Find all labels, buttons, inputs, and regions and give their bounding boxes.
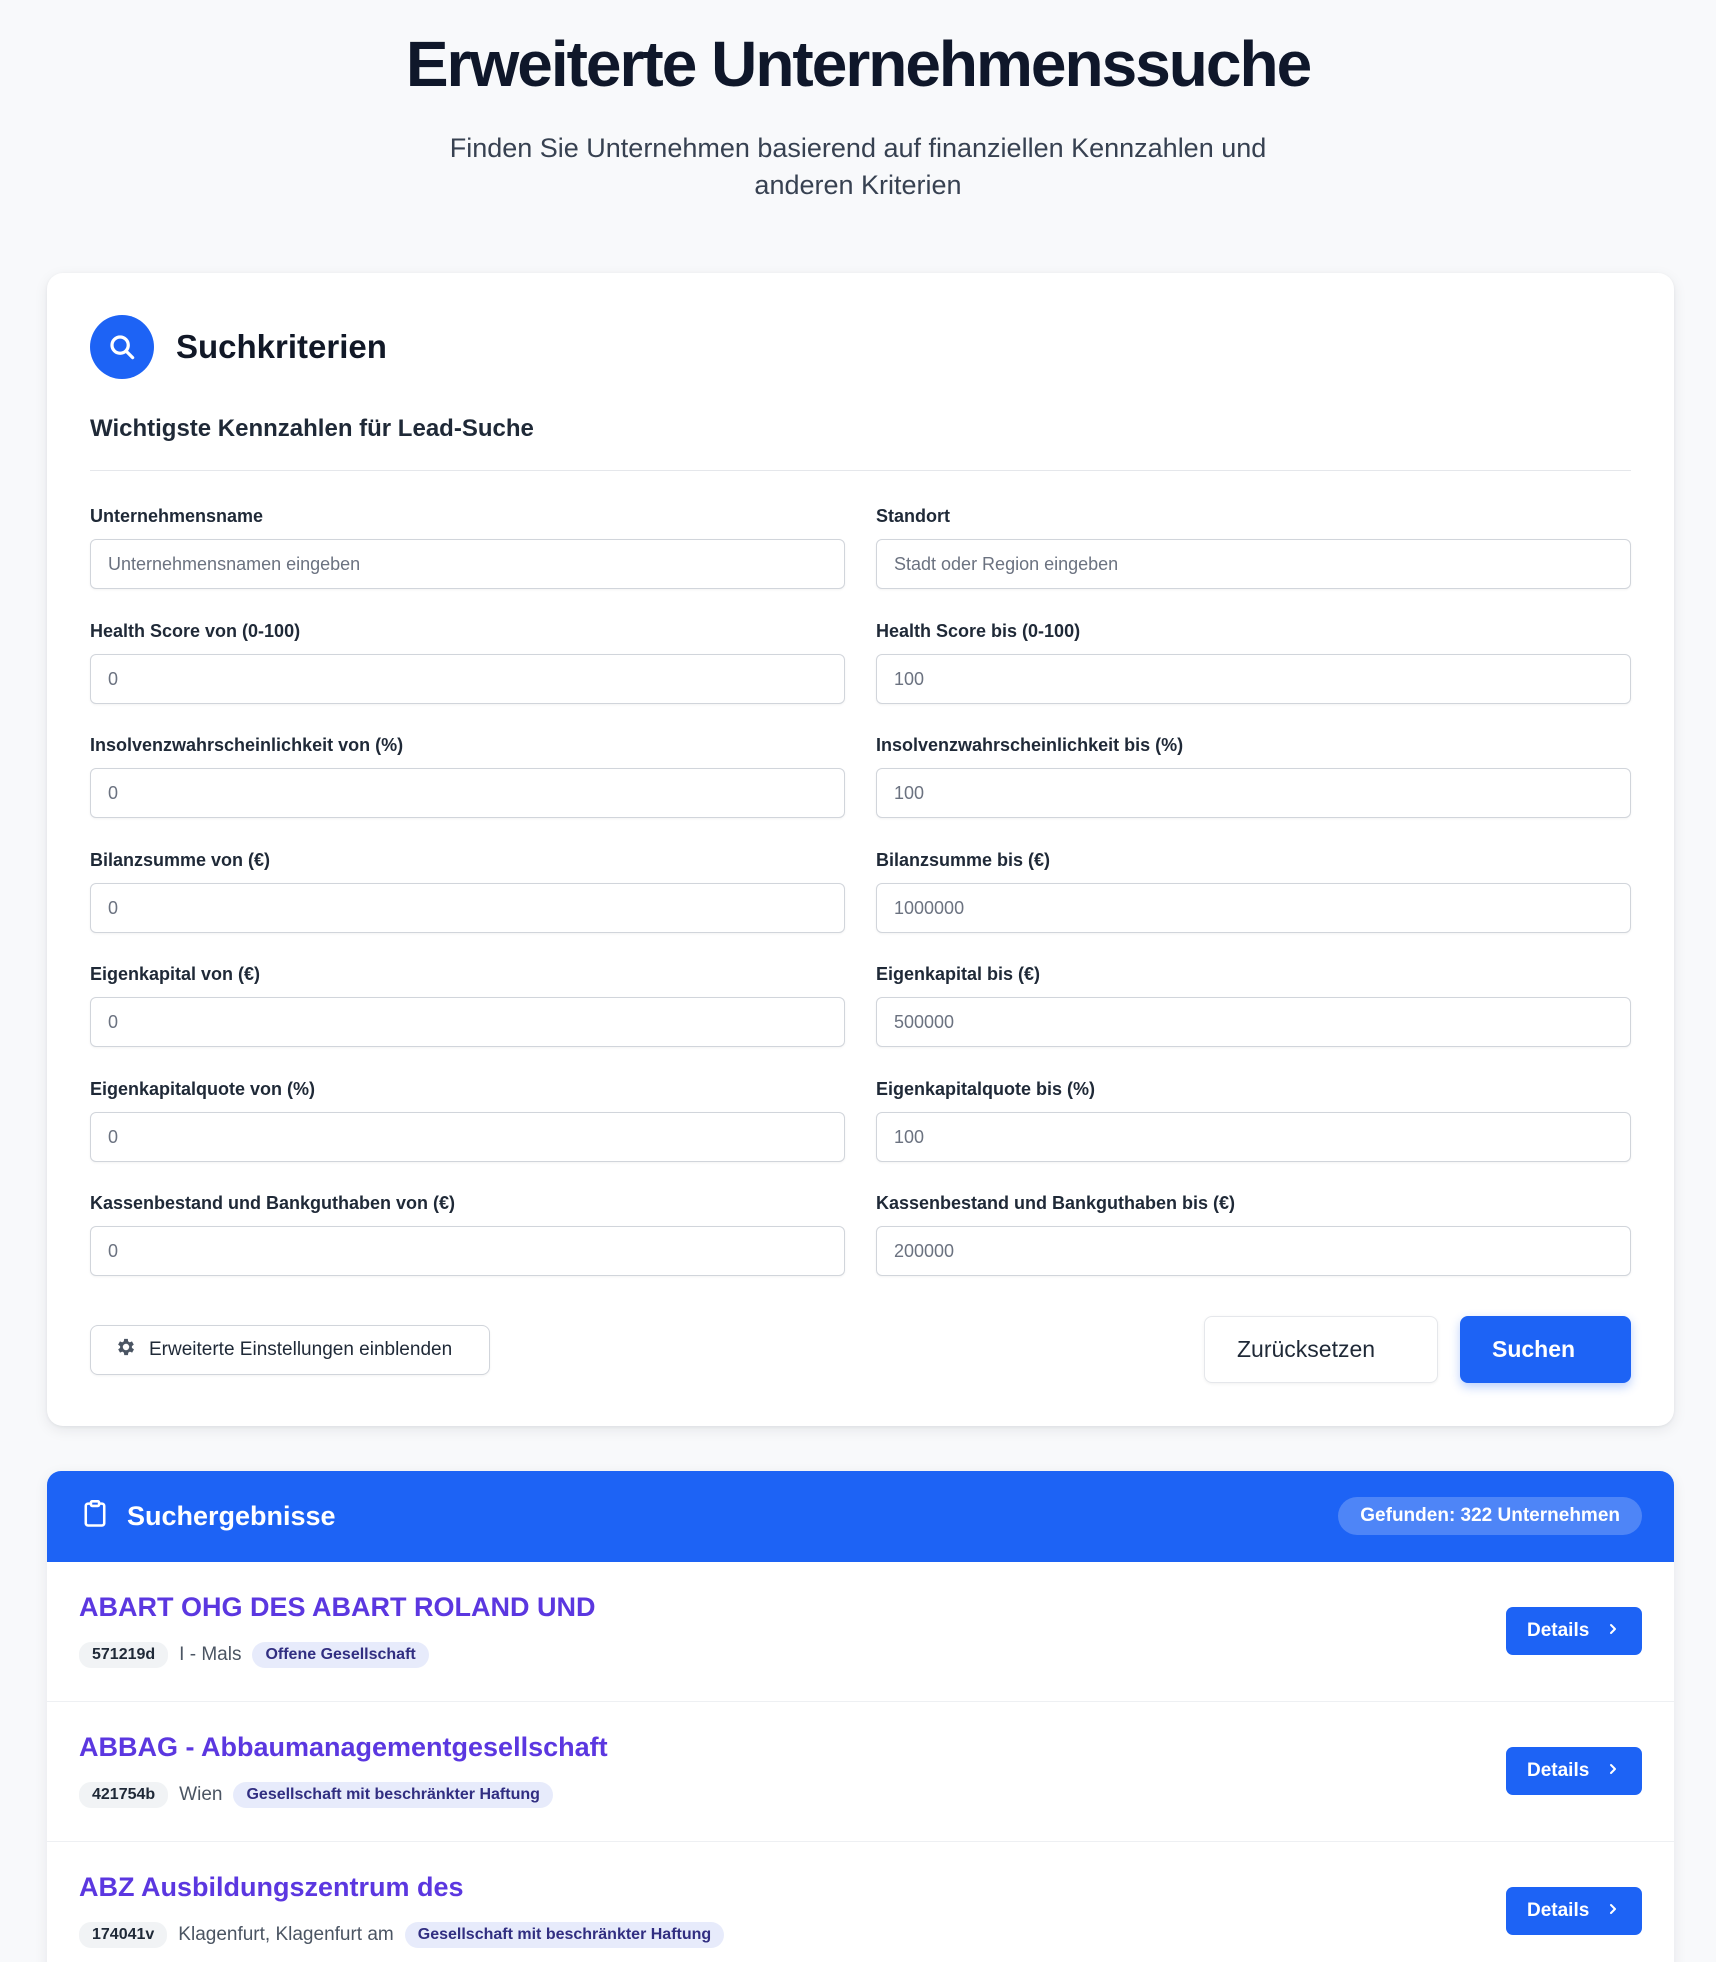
balance-from-label: Bilanzsumme von (€)	[90, 850, 271, 870]
details-label: Details	[1527, 1620, 1590, 1641]
balance-to-field: Bilanzsumme bis (€)	[876, 849, 1631, 933]
details-button[interactable]: Details	[1506, 1887, 1642, 1935]
equity-to-field: Eigenkapital bis (€)	[876, 963, 1631, 1047]
company-location: Wien	[179, 1784, 223, 1805]
equity-to-input[interactable]	[876, 997, 1631, 1047]
insolvency-from-label: Insolvenzwahrscheinlichkeit von (%)	[90, 735, 404, 755]
divider	[90, 470, 1631, 471]
balance-from-field: Bilanzsumme von (€)	[90, 849, 845, 933]
company-location: I - Mals	[179, 1644, 242, 1665]
equity-ratio-to-field: Eigenkapitalquote bis (%)	[876, 1078, 1631, 1162]
equity-ratio-from-input[interactable]	[90, 1112, 845, 1162]
page-header: Erweiterte Unternehmenssuche Finden Sie …	[0, 0, 1716, 204]
equity-from-input[interactable]	[90, 997, 845, 1047]
balance-from-input[interactable]	[90, 883, 845, 933]
reset-button[interactable]: Zurücksetzen	[1204, 1316, 1438, 1383]
equity-to-label: Eigenkapital bis (€)	[876, 964, 1041, 984]
gear-icon	[115, 1336, 137, 1364]
health-to-field: Health Score bis (0-100)	[876, 620, 1631, 704]
insolvency-from-field: Insolvenzwahrscheinlichkeit von (%)	[90, 734, 845, 818]
equity-ratio-to-input[interactable]	[876, 1112, 1631, 1162]
equity-ratio-from-field: Eigenkapitalquote von (%)	[90, 1078, 845, 1162]
equity-ratio-from-label: Eigenkapitalquote von (%)	[90, 1079, 316, 1099]
result-row: ABZ Ausbildungszentrum des 174041v Klage…	[47, 1842, 1674, 1962]
criteria-header: Suchkriterien	[90, 315, 387, 379]
health-from-input[interactable]	[90, 654, 845, 704]
company-name-label: Unternehmensname	[90, 506, 264, 526]
results-panel: Suchergebnisse Gefunden: 322 Unternehmen…	[47, 1471, 1674, 1962]
company-type-badge: Gesellschaft mit beschränkter Haftung	[233, 1782, 553, 1808]
location-label: Standort	[876, 506, 950, 526]
chevron-right-icon	[1607, 1620, 1619, 1642]
section-title: Wichtigste Kennzahlen für Lead-Suche	[90, 415, 534, 442]
insolvency-to-input[interactable]	[876, 768, 1631, 818]
details-label: Details	[1527, 1900, 1590, 1921]
company-id: 421754b	[79, 1782, 169, 1808]
details-button[interactable]: Details	[1506, 1607, 1642, 1655]
cash-from-input[interactable]	[90, 1226, 845, 1276]
company-id: 571219d	[79, 1642, 169, 1668]
equity-ratio-to-label: Eigenkapitalquote bis (%)	[876, 1079, 1096, 1099]
health-from-field: Health Score von (0-100)	[90, 620, 845, 704]
search-criteria-card: Suchkriterien Wichtigste Kennzahlen für …	[47, 273, 1674, 1426]
company-name-field: Unternehmensname	[90, 505, 845, 589]
balance-to-input[interactable]	[876, 883, 1631, 933]
company-meta: 174041v Klagenfurt, Klagenfurt am Gesell…	[79, 1922, 725, 1948]
chevron-right-icon	[1607, 1760, 1619, 1782]
company-name-link[interactable]: ABART OHG DES ABART ROLAND UND	[79, 1592, 595, 1623]
search-button[interactable]: Suchen	[1460, 1316, 1631, 1383]
insolvency-to-label: Insolvenzwahrscheinlichkeit bis (%)	[876, 735, 1184, 755]
results-title: Suchergebnisse	[127, 1501, 336, 1531]
details-button[interactable]: Details	[1506, 1747, 1642, 1795]
equity-from-label: Eigenkapital von (€)	[90, 964, 261, 984]
insolvency-to-field: Insolvenzwahrscheinlichkeit bis (%)	[876, 734, 1631, 818]
equity-from-field: Eigenkapital von (€)	[90, 963, 845, 1047]
location-field: Standort	[876, 505, 1631, 589]
advanced-settings-button[interactable]: Erweiterte Einstellungen einblenden	[90, 1325, 490, 1375]
company-name-link[interactable]: ABBAG - Abbaumanagementgesellschaft	[79, 1732, 608, 1763]
results-count-badge: Gefunden: 322 Unternehmen	[1338, 1497, 1642, 1535]
company-name-link[interactable]: ABZ Ausbildungszentrum des	[79, 1872, 464, 1903]
advanced-settings-label: Erweiterte Einstellungen einblenden	[149, 1339, 453, 1360]
cash-from-field: Kassenbestand und Bankguthaben von (€)	[90, 1192, 845, 1276]
location-input[interactable]	[876, 539, 1631, 589]
search-icon	[90, 315, 154, 379]
balance-to-label: Bilanzsumme bis (€)	[876, 850, 1051, 870]
chevron-right-icon	[1607, 1900, 1619, 1922]
health-to-input[interactable]	[876, 654, 1631, 704]
cash-to-field: Kassenbestand und Bankguthaben bis (€)	[876, 1192, 1631, 1276]
company-id: 174041v	[79, 1922, 168, 1948]
cash-from-label: Kassenbestand und Bankguthaben von (€)	[90, 1193, 456, 1213]
result-row: ABBAG - Abbaumanagementgesellschaft 4217…	[47, 1702, 1674, 1842]
company-type-badge: Offene Gesellschaft	[252, 1642, 429, 1668]
company-meta: 571219d I - Mals Offene Gesellschaft	[79, 1642, 429, 1668]
health-from-label: Health Score von (0-100)	[90, 621, 301, 641]
cash-to-label: Kassenbestand und Bankguthaben bis (€)	[876, 1193, 1236, 1213]
criteria-title: Suchkriterien	[176, 328, 387, 365]
result-row: ABART OHG DES ABART ROLAND UND 571219d I…	[47, 1562, 1674, 1702]
page-title: Erweiterte Unternehmenssuche	[405, 28, 1312, 100]
company-meta: 421754b Wien Gesellschaft mit beschränkt…	[79, 1782, 553, 1808]
company-name-input[interactable]	[90, 539, 845, 589]
details-label: Details	[1527, 1760, 1590, 1781]
cash-to-input[interactable]	[876, 1226, 1631, 1276]
health-to-label: Health Score bis (0-100)	[876, 621, 1081, 641]
company-location: Klagenfurt, Klagenfurt am	[178, 1924, 394, 1945]
results-header: Suchergebnisse Gefunden: 322 Unternehmen	[47, 1471, 1674, 1562]
page-subtitle: Finden Sie Unternehmen basierend auf fin…	[449, 133, 1267, 200]
clipboard-icon	[81, 1499, 109, 1534]
company-type-badge: Gesellschaft mit beschränkter Haftung	[404, 1922, 725, 1948]
insolvency-from-input[interactable]	[90, 768, 845, 818]
